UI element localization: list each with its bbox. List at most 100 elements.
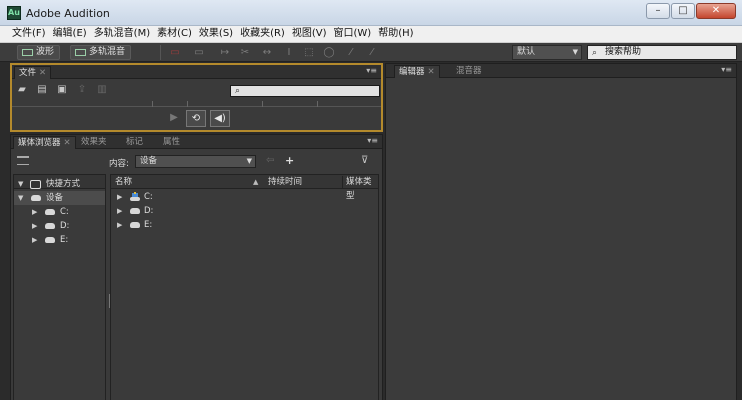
tree-item-drive[interactable]: ▶ E: xyxy=(14,233,105,247)
tab-mixer[interactable]: 混音器 xyxy=(452,65,486,78)
editor-panel: 编辑器 ✕ 混音器 ▾≡ xyxy=(385,63,737,400)
tree-item-shortcuts[interactable]: ▼ 快捷方式 xyxy=(14,177,105,191)
close-icon[interactable]: ✕ xyxy=(64,138,71,148)
tree-item-drive[interactable]: ▶ C: xyxy=(14,205,105,219)
show-hide-sidebar-icon[interactable] xyxy=(17,156,29,165)
media-browser-panel: 媒体浏览器 ✕ 效果夹 标记 属性 ▾≡ 内容: 设备 ▼ ⇦ + ⊽ ▼ 快捷方… xyxy=(10,134,383,400)
tab-editor[interactable]: 编辑器 ✕ xyxy=(394,65,440,78)
tab-properties[interactable]: 属性 xyxy=(159,136,184,149)
sort-ascending-icon[interactable]: ▲ xyxy=(253,175,258,189)
time-selection-tool-icon[interactable]: I xyxy=(282,46,296,59)
workspace-select[interactable]: 默认 ▼ xyxy=(512,45,582,60)
tree-label: E: xyxy=(60,235,69,245)
triangle-right-icon[interactable]: ▶ xyxy=(32,233,37,247)
title-bar: Au Adobe Audition – □ ✕ xyxy=(0,0,742,26)
drive-icon xyxy=(130,222,140,228)
file-search-input[interactable]: ⌕ xyxy=(230,85,380,97)
tree-item-drive[interactable]: ▶ D: xyxy=(14,219,105,233)
list-item[interactable]: ▶ D: xyxy=(111,204,378,218)
tab-files[interactable]: 文件 ✕ xyxy=(14,66,52,79)
tree-label: D: xyxy=(60,221,70,231)
column-divider[interactable] xyxy=(342,176,343,188)
tab-markers[interactable]: 标记 xyxy=(122,136,147,149)
insert-into-multitrack-icon[interactable]: ▣ xyxy=(56,84,68,95)
file-tools: ▰ ▤ ▣ ⇪ ▥ xyxy=(16,84,108,95)
triangle-down-icon[interactable]: ▼ xyxy=(18,191,23,205)
menu-window[interactable]: 窗口(W) xyxy=(331,26,376,42)
spot-healing-tool-icon[interactable]: ⁄ xyxy=(365,46,379,59)
content-select[interactable]: 设备 ▼ xyxy=(135,155,256,168)
menu-effects[interactable]: 效果(S) xyxy=(196,26,237,42)
triangle-right-icon[interactable]: ▶ xyxy=(117,190,122,204)
file-list: 名称 ▲ 持续时间 媒体类型 ▶ C: ▶ D: ▶ E: xyxy=(110,174,379,400)
shortcut-folder-icon xyxy=(30,180,41,189)
loop-icon[interactable]: ⟲ xyxy=(186,110,206,127)
lasso-tool-icon[interactable]: ◯ xyxy=(322,46,336,59)
tab-files-label: 文件 xyxy=(19,68,37,78)
razor-tool-icon[interactable]: ✂ xyxy=(238,46,252,59)
triangle-right-icon[interactable]: ▶ xyxy=(32,219,37,233)
spectral-display-icon[interactable]: ▭ xyxy=(168,46,182,59)
multitrack-label: 多轨混音 xyxy=(89,47,126,57)
filter-icon[interactable]: ⊽ xyxy=(361,155,368,166)
search-icon: ⌕ xyxy=(235,86,241,96)
waveform-view-button[interactable]: 波形 xyxy=(17,45,61,60)
triangle-down-icon[interactable]: ▼ xyxy=(18,177,23,191)
menu-file[interactable]: 文件(F) xyxy=(9,26,50,42)
multitrack-view-button[interactable]: 多轨混音 xyxy=(70,45,132,60)
drive-icon xyxy=(31,195,41,201)
menu-help[interactable]: 帮助(H) xyxy=(375,26,417,42)
tree-item-devices[interactable]: ▼ 设备 xyxy=(14,191,105,205)
menu-view[interactable]: 视图(V) xyxy=(289,26,331,42)
tab-media-browser-label: 媒体浏览器 xyxy=(18,138,61,148)
column-media-type[interactable]: 媒体类型 xyxy=(346,175,378,201)
media-panel-tabstrip: 媒体浏览器 ✕ 效果夹 标记 属性 ▾≡ xyxy=(11,135,382,149)
slip-tool-icon[interactable]: ↔ xyxy=(260,46,274,59)
close-button[interactable]: ✕ xyxy=(696,3,736,19)
list-item[interactable]: ▶ C: xyxy=(111,190,378,204)
brush-tool-icon[interactable]: ⁄ xyxy=(344,46,358,59)
triangle-right-icon[interactable]: ▶ xyxy=(117,204,122,218)
delete-icon[interactable]: ▥ xyxy=(96,84,108,95)
tree-label: 快捷方式 xyxy=(46,179,81,189)
window-title: Adobe Audition xyxy=(26,7,110,20)
menu-multitrack[interactable]: 多轨混音(M) xyxy=(91,26,154,42)
pitch-display-icon[interactable]: ▭ xyxy=(192,46,206,59)
column-duration[interactable]: 持续时间 xyxy=(268,175,302,189)
marquee-tool-icon[interactable]: ⬚ xyxy=(302,46,316,59)
import-icon[interactable]: ⇪ xyxy=(76,84,88,95)
drive-icon xyxy=(45,237,55,243)
drive-icon xyxy=(45,223,55,229)
waveform-icon xyxy=(22,49,33,56)
panel-menu-icon[interactable]: ▾≡ xyxy=(721,65,732,74)
tab-effects-rack[interactable]: 效果夹 xyxy=(77,136,111,149)
back-arrow-icon[interactable]: ⇦ xyxy=(266,155,274,166)
new-file-icon[interactable]: ▤ xyxy=(36,84,48,95)
minimize-button[interactable]: – xyxy=(646,3,670,19)
tree-label: C: xyxy=(60,207,69,217)
help-search-input[interactable]: ⌕ 搜索帮助 xyxy=(587,45,737,60)
close-icon[interactable]: ✕ xyxy=(428,67,435,77)
list-item-label: C: xyxy=(144,192,153,202)
column-name[interactable]: 名称 xyxy=(115,175,132,189)
help-search-placeholder: 搜索帮助 xyxy=(605,47,642,57)
list-item[interactable]: ▶ E: xyxy=(111,218,378,232)
menu-clip[interactable]: 素材(C) xyxy=(154,26,196,42)
chevron-down-icon: ▼ xyxy=(246,157,252,165)
search-icon: ⌕ xyxy=(592,48,598,58)
tab-media-browser[interactable]: 媒体浏览器 ✕ xyxy=(13,136,76,149)
triangle-right-icon[interactable]: ▶ xyxy=(32,205,37,219)
triangle-right-icon[interactable]: ▶ xyxy=(117,218,122,232)
add-shortcut-icon[interactable]: + xyxy=(285,154,294,167)
panel-menu-icon[interactable]: ▾≡ xyxy=(367,136,378,145)
open-file-icon[interactable]: ▰ xyxy=(16,84,28,95)
drive-icon xyxy=(45,209,55,215)
menu-favorites[interactable]: 收藏夹(R) xyxy=(237,26,289,42)
auto-play-speaker-icon[interactable]: ◀) xyxy=(210,110,230,127)
panel-menu-icon[interactable]: ▾≡ xyxy=(366,66,377,75)
play-icon[interactable]: ▶ xyxy=(164,110,184,127)
close-icon[interactable]: ✕ xyxy=(39,68,46,78)
move-tool-icon[interactable]: ↦ xyxy=(218,46,232,59)
menu-edit[interactable]: 编辑(E) xyxy=(50,26,91,42)
maximize-button[interactable]: □ xyxy=(671,3,695,19)
